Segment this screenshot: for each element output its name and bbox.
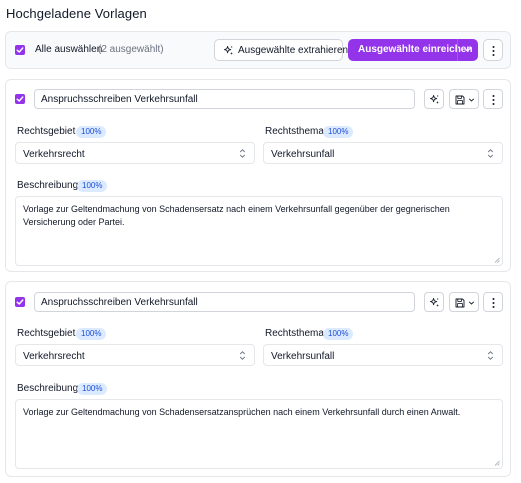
description-textarea[interactable]: Vorlage zur Geltendmachung von Schadense… — [15, 399, 503, 469]
legal-topic-label: Rechtsthema — [265, 126, 324, 137]
checkmark-icon — [16, 47, 24, 53]
template-card: Rechtsgebiet 100% Rechtsthema 100% Verke… — [5, 281, 511, 477]
confidence-badge: 100% — [323, 126, 354, 138]
save-icon — [455, 298, 465, 308]
legal-area-value: Verkehrsrecht — [23, 149, 85, 160]
checkmark-icon — [16, 299, 24, 305]
legal-area-label: Rechtsgebiet — [17, 328, 76, 339]
legal-topic-select[interactable]: Verkehrsunfall — [263, 142, 503, 164]
confidence-badge: 100% — [77, 383, 108, 395]
legal-area-select[interactable]: Verkehrsrecht — [15, 344, 255, 366]
chevron-down-icon[interactable] — [463, 46, 472, 54]
confidence-badge: 100% — [76, 328, 107, 340]
template-more-button[interactable] — [483, 89, 503, 109]
selected-count: (2 ausgewählt) — [98, 44, 164, 55]
select-all-checkbox[interactable] — [15, 45, 25, 55]
more-vertical-icon — [492, 298, 495, 308]
chevron-down-icon — [468, 98, 475, 102]
checkmark-icon — [16, 96, 24, 102]
legal-topic-select[interactable]: Verkehrsunfall — [263, 344, 503, 366]
toolbar-more-button[interactable] — [483, 39, 503, 61]
description-label: Beschreibung — [17, 383, 79, 394]
chevron-up-down-icon — [239, 351, 246, 360]
description-text: Vorlage zur Geltendmachung von Schadense… — [23, 407, 461, 417]
chevron-up-down-icon — [239, 149, 246, 158]
submit-selected-label: Ausgewählte einreichen — [358, 44, 473, 55]
page-title: Hochgeladene Vorlagen — [6, 6, 147, 21]
legal-topic-label: Rechtsthema — [265, 328, 324, 339]
sparkles-icon — [223, 45, 233, 55]
resize-grip-icon[interactable] — [494, 460, 500, 466]
select-all-label[interactable]: Alle auswählen — [35, 44, 102, 55]
description-textarea[interactable]: Vorlage zur Geltendmachung von Schadense… — [15, 196, 503, 266]
submit-selected-button[interactable]: Ausgewählte einreichen — [348, 39, 478, 61]
sparkles-icon — [429, 94, 439, 104]
extract-selected-button[interactable]: Ausgewählte extrahieren — [214, 39, 348, 61]
resize-grip-icon[interactable] — [494, 257, 500, 263]
legal-topic-value: Verkehrsunfall — [271, 351, 335, 362]
legal-topic-value: Verkehrsunfall — [271, 149, 335, 160]
legal-area-label: Rechtsgebiet — [17, 126, 76, 137]
extract-selected-label: Ausgewählte extrahieren — [238, 45, 349, 56]
chevron-up-down-icon — [487, 149, 494, 158]
save-menu-button[interactable] — [449, 292, 479, 312]
template-more-button[interactable] — [483, 292, 503, 312]
legal-area-value: Verkehrsrecht — [23, 351, 85, 362]
template-title-input[interactable] — [34, 89, 415, 109]
template-card: Rechtsgebiet 100% Rechtsthema 100% Verke… — [5, 79, 511, 272]
template-title-input[interactable] — [34, 292, 415, 312]
selection-toolbar: Alle auswählen (2 ausgewählt) Ausgewählt… — [5, 31, 511, 69]
save-icon — [455, 95, 465, 105]
confidence-badge: 100% — [323, 328, 354, 340]
description-text: Vorlage zur Geltendmachung von Schadense… — [23, 204, 450, 227]
template-checkbox[interactable] — [15, 94, 25, 104]
confidence-badge: 100% — [76, 126, 107, 138]
extract-template-button[interactable] — [424, 292, 444, 312]
extract-template-button[interactable] — [424, 89, 444, 109]
chevron-up-down-icon — [487, 351, 494, 360]
template-checkbox[interactable] — [15, 297, 25, 307]
description-label: Beschreibung — [17, 180, 79, 191]
sparkles-icon — [429, 297, 439, 307]
legal-area-select[interactable]: Verkehrsrecht — [15, 142, 255, 164]
chevron-down-icon — [468, 301, 475, 305]
confidence-badge: 100% — [77, 180, 108, 192]
more-vertical-icon — [492, 46, 495, 56]
save-menu-button[interactable] — [449, 89, 479, 109]
split-divider — [457, 39, 458, 61]
more-vertical-icon — [492, 95, 495, 105]
